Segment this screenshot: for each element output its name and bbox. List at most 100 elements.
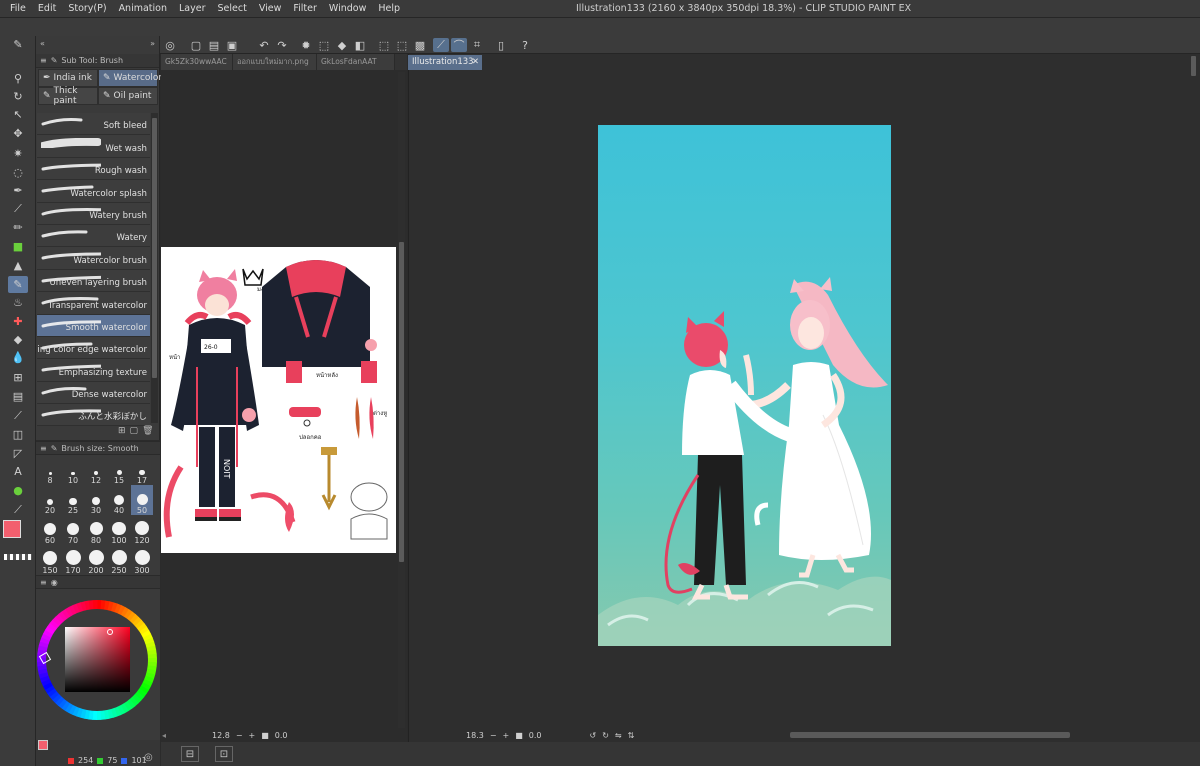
- brush-item[interactable]: Emphasizing texture: [37, 359, 150, 382]
- brush-item[interactable]: Soft bleed: [37, 113, 150, 136]
- canvas-angle-value[interactable]: 0.0: [529, 731, 542, 740]
- brush-item[interactable]: Running color edge watercolor: [37, 336, 150, 360]
- deselect-icon[interactable]: ⬚: [376, 38, 392, 52]
- menu-help[interactable]: Help: [372, 0, 406, 18]
- doc-tab-3[interactable]: GkLosFdanAAT: [317, 54, 395, 70]
- zoom-out-icon[interactable]: −: [236, 731, 243, 740]
- tab-india-ink[interactable]: ✒ India ink: [38, 69, 98, 87]
- canvas-scrollbar-horizontal[interactable]: [790, 732, 1071, 738]
- rotate-icon[interactable]: ↻: [8, 88, 28, 105]
- brush-list-scrollbar[interactable]: [151, 113, 158, 423]
- create-subtool-icon[interactable]: ▢: [130, 426, 139, 436]
- green-value[interactable]: 75: [107, 756, 117, 765]
- pen-tool-icon[interactable]: ✒: [8, 182, 28, 199]
- brush-size-option[interactable]: 15: [108, 455, 130, 485]
- main-color-swatch[interactable]: [3, 520, 21, 538]
- doc-tab-1[interactable]: Gk5Zk30wwAAC: [161, 54, 233, 70]
- brush-size-option[interactable]: 250: [108, 545, 130, 575]
- correct-line-icon[interactable]: ◸: [8, 445, 28, 462]
- snap-ruler-icon[interactable]: ⟋: [433, 38, 449, 52]
- canvas-zoom-out-icon[interactable]: −: [490, 731, 497, 740]
- smartphone-icon[interactable]: ▯: [493, 38, 509, 52]
- marker-icon[interactable]: ⟋: [8, 501, 28, 518]
- fill-icon[interactable]: ◆: [334, 38, 350, 52]
- move-layer-icon[interactable]: ✥: [8, 125, 28, 142]
- expand-icon[interactable]: »: [150, 39, 155, 48]
- illustration-canvas[interactable]: [598, 125, 891, 646]
- brush-item[interactable]: Dense watercolor: [37, 381, 150, 405]
- color-wheel-tab-icon[interactable]: ◉: [51, 578, 58, 587]
- blend-icon[interactable]: 💧: [8, 349, 28, 366]
- collapse-icon[interactable]: «: [40, 39, 45, 48]
- tab-oil-paint[interactable]: ✎ Oil paint: [98, 87, 158, 105]
- panel-menu-icon[interactable]: ≡: [40, 444, 47, 453]
- reference-scrollbar[interactable]: [398, 72, 405, 728]
- line-icon[interactable]: ⟋: [8, 407, 28, 424]
- menu-storyp[interactable]: Story(P): [62, 0, 112, 18]
- color-mode-icon[interactable]: ◎: [144, 752, 153, 763]
- panel-menu-icon[interactable]: ≡: [40, 56, 47, 65]
- brush-size-option[interactable]: 170: [62, 545, 84, 575]
- menu-window[interactable]: Window: [323, 0, 372, 18]
- brush-item[interactable]: Transparent watercolor: [37, 292, 150, 315]
- tab-watercolor[interactable]: ✎ Watercolor: [98, 69, 162, 87]
- balloon-icon[interactable]: ●: [8, 482, 28, 499]
- brush-item[interactable]: Rough wash: [37, 157, 150, 181]
- brush-size-option[interactable]: 12: [85, 455, 107, 485]
- brush-size-option[interactable]: 20: [39, 485, 61, 515]
- snap-special-ruler-icon[interactable]: ⌒: [451, 38, 467, 52]
- canvas-zoom-in-icon[interactable]: +: [503, 731, 510, 740]
- doc-tab-2[interactable]: ออกแบบใหม่มาก.png: [233, 54, 317, 70]
- brush-item[interactable]: Watery: [37, 224, 150, 248]
- crop-icon[interactable]: ▩: [412, 38, 428, 52]
- menu-view[interactable]: View: [253, 0, 288, 18]
- zoom-slider-icon[interactable]: ■: [261, 731, 269, 740]
- delete-subtool-icon[interactable]: 🗑: [142, 426, 153, 436]
- brush-small-icon[interactable]: ✎: [8, 36, 28, 53]
- new-file-icon[interactable]: ▢: [188, 38, 204, 52]
- redo-icon[interactable]: ↷: [274, 38, 290, 52]
- auto-select-icon[interactable]: ✷: [8, 145, 28, 162]
- brush-item[interactable]: Watery brush: [37, 202, 150, 225]
- decoration-icon[interactable]: ✚: [8, 313, 28, 330]
- brush-size-option[interactable]: 120: [131, 515, 153, 545]
- save-icon[interactable]: ▣: [224, 38, 240, 52]
- menu-edit[interactable]: Edit: [32, 0, 62, 18]
- invert-selection-icon[interactable]: ⬚: [394, 38, 410, 52]
- brush-item[interactable]: Smooth watercolor: [37, 314, 150, 337]
- red-value[interactable]: 254: [78, 756, 93, 765]
- watercolor-brush-icon[interactable]: ✎: [8, 276, 28, 293]
- canvas-scrollbar-vertical[interactable]: [1190, 54, 1197, 730]
- green-brush-icon[interactable]: ■: [8, 238, 28, 255]
- scroll-left-icon[interactable]: ◂: [162, 731, 166, 740]
- text-icon[interactable]: A: [8, 463, 28, 480]
- zoom-icon[interactable]: ⚲: [8, 70, 28, 87]
- menu-animation[interactable]: Animation: [113, 0, 173, 18]
- open-file-icon[interactable]: ▤: [206, 38, 222, 52]
- canvas-zoom-value[interactable]: 18.3: [466, 731, 484, 740]
- main-color-mini[interactable]: [38, 740, 48, 750]
- snap-grid-icon[interactable]: ⌗: [469, 38, 485, 52]
- rotate-left-icon[interactable]: ↺: [590, 731, 597, 740]
- airbrush-icon[interactable]: ♨: [8, 294, 28, 311]
- layer-panel-icon[interactable]: ⊡: [215, 746, 233, 762]
- tab-thick-paint[interactable]: ✎ Thick paint: [38, 86, 98, 106]
- tab-illustration[interactable]: Illustration133 ✕: [408, 55, 482, 70]
- brush-item[interactable]: Watercolor brush: [37, 247, 150, 270]
- brush-size-option[interactable]: 70: [62, 515, 84, 545]
- brush-size-option[interactable]: 50: [131, 485, 153, 515]
- reference-angle-value[interactable]: 0.0: [275, 731, 288, 740]
- brush-size-option[interactable]: 40: [108, 485, 130, 515]
- copy-subtool-icon[interactable]: ⊞: [118, 426, 126, 436]
- gradient-icon[interactable]: ▤: [8, 388, 28, 405]
- loading-icon[interactable]: ✹: [298, 38, 314, 52]
- panel-menu-icon[interactable]: ≡: [40, 578, 47, 587]
- undo-icon[interactable]: ↶: [256, 38, 272, 52]
- lasso-icon[interactable]: ◌: [8, 164, 28, 181]
- brush-size-option[interactable]: 80: [85, 515, 107, 545]
- close-tab-icon[interactable]: ✕: [472, 55, 479, 70]
- brush-size-option[interactable]: 30: [85, 485, 107, 515]
- eraser-icon[interactable]: ◆: [8, 331, 28, 348]
- brush-item[interactable]: Wet wash: [37, 135, 150, 158]
- brush-item[interactable]: ふんと水彩ぼかし: [37, 404, 150, 427]
